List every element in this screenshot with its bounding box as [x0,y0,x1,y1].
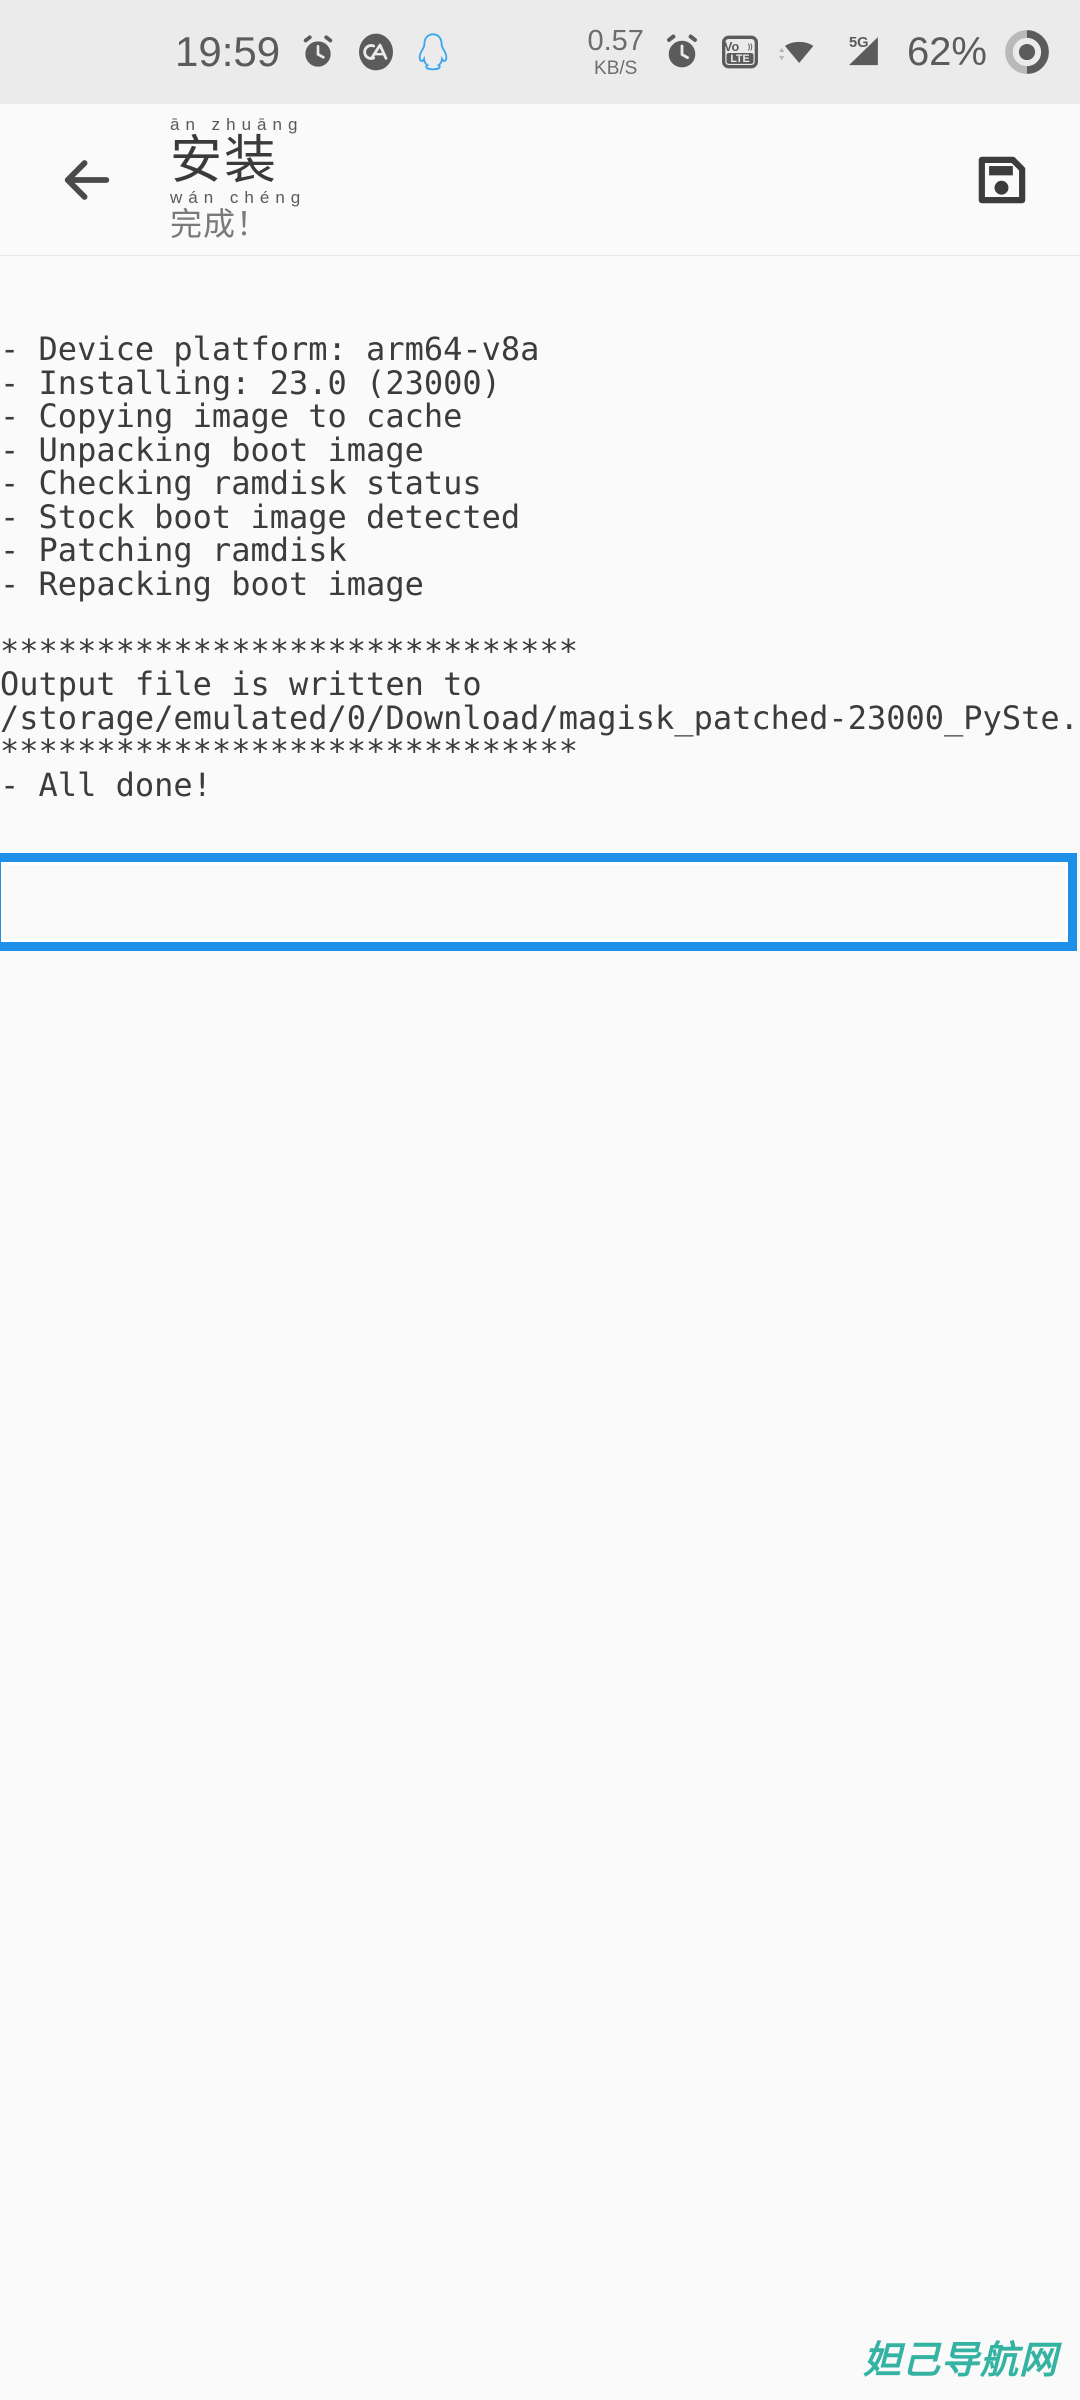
signal-5g-icon: 5G [840,31,886,73]
log-line: /storage/emulated/0/Download/magisk_patc… [0,698,1080,737]
highlight-inner-border [1,862,1068,942]
log-line-list: - Device platform: arm64-v8a - Installing… [0,330,1080,804]
save-icon [971,149,1033,211]
log-line: - Repacking boot image [0,564,424,603]
network-speed-unit: KB/S [594,57,638,79]
install-log-output[interactable]: - Device platform: arm64-v8a - Installing… [0,257,1080,2400]
back-button[interactable] [52,145,122,215]
log-line: ****************************** [0,631,578,670]
toolbar-title-block: ān zhuāng 安装 wán chéng 完成！ [170,116,590,242]
log-line: - Patching ramdisk [0,531,347,569]
qq-penguin-icon [414,31,452,73]
alarm-clock-icon [661,31,703,73]
status-bar-right: 0.57 KB/S Vo )) LTE 5G 62% [587,24,1050,79]
save-button[interactable] [962,140,1042,220]
subtitle-pinyin: wán chéng [170,188,307,207]
log-line: - Copying image to cache [0,397,463,435]
status-bar: 19:59 0.57 KB/S Vo)) LTE 5G 62% [0,0,1080,104]
battery-circle-icon [1004,29,1050,75]
svg-text:)): )) [748,42,753,51]
watermark: 妲己导航网 [862,2338,1058,2382]
highlight-annotation-box [0,853,1077,951]
wifi-icon [777,32,823,72]
network-speed-value: 0.57 [587,24,644,57]
status-bar-clock: 19:59 [175,28,281,75]
log-line: Output file is written to [0,665,482,703]
network-speed-indicator: 0.57 KB/S [587,24,644,79]
log-line: - Installing: 23.0 (23000) [0,363,501,402]
page-title: 安装 [170,131,279,191]
log-blank-line [0,601,1080,635]
log-line: - Stock boot image detected [0,497,521,536]
svg-text:LTE: LTE [730,53,749,65]
page-subtitle: 完成！ [170,204,270,243]
log-line: - Unpacking boot image [0,430,424,469]
log-line: - Device platform: arm64-v8a [0,330,540,368]
ca-app-icon [356,32,396,72]
log-line: - Checking ramdisk status [0,464,482,502]
app-toolbar: ān zhuāng 安装 wán chéng 完成！ [0,104,1080,256]
battery-percent-label: 62% [906,29,987,74]
log-line: - All done! [0,765,212,804]
alarm-clock-icon [298,32,338,72]
svg-text:5G: 5G [849,35,869,51]
status-bar-left: 19:59 [0,28,452,76]
phone-screen: 19:59 0.57 KB/S Vo)) LTE 5G 62% ān zhuā… [0,0,1080,2400]
log-line: ****************************** [0,732,578,770]
back-arrow-icon [58,151,116,209]
volte-icon: Vo )) LTE [720,32,760,72]
